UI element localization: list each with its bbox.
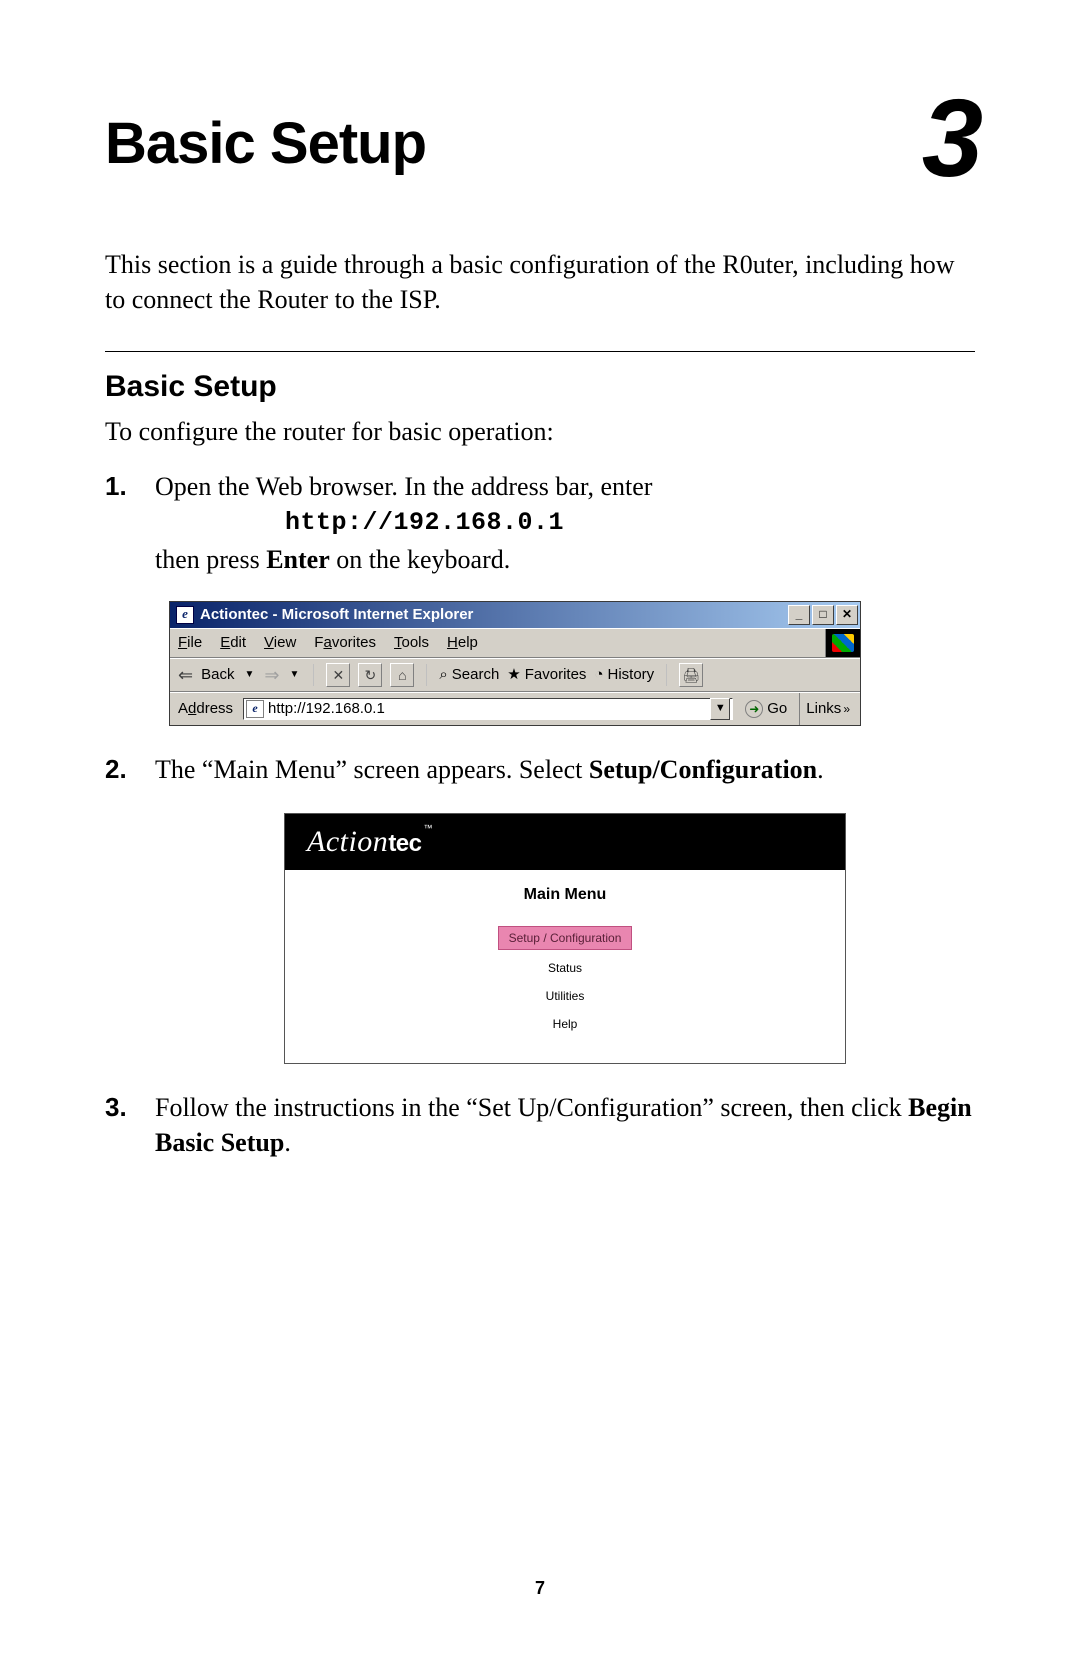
actiontec-window-screenshot: Actiontec™ Main Menu Setup / Configurati…: [284, 813, 846, 1063]
step-2-bold: Setup/Configuration: [589, 755, 817, 784]
step-1-bold-enter: Enter: [266, 545, 330, 574]
address-field[interactable]: http://192.168.0.1 ▼: [243, 698, 733, 720]
step-1-text-b2: on the keyboard.: [330, 545, 511, 574]
back-button[interactable]: Back: [201, 665, 234, 685]
ie-toolbar: ⇐ Back ▼ ⇒ ▼ ✕ ↻ ⌂ ⌕ Search ★: [170, 658, 860, 692]
close-button[interactable]: ✕: [836, 605, 858, 625]
ie-window-screenshot: Actiontec - Microsoft Internet Explorer …: [169, 601, 861, 726]
back-dropdown-icon[interactable]: ▼: [244, 668, 254, 682]
links-button[interactable]: Links »: [799, 693, 856, 725]
windows-flag-icon: [832, 634, 854, 652]
intro-paragraph: This section is a guide through a basic …: [105, 247, 975, 317]
menu-tools[interactable]: Tools: [394, 633, 429, 653]
print-button-icon[interactable]: 🖨: [679, 663, 703, 687]
step-1-text-a: Open the Web browser. In the address bar…: [155, 472, 652, 501]
logo-tec: tec: [388, 830, 421, 857]
maximize-button[interactable]: □: [812, 605, 834, 625]
step-3: Follow the instructions in the “Set Up/C…: [105, 1090, 975, 1160]
history-label: History: [608, 665, 655, 685]
favorites-icon: ★: [507, 665, 520, 685]
go-button[interactable]: ➜ Go: [739, 699, 793, 719]
toolbar-separator: [426, 664, 427, 686]
stop-button-icon[interactable]: ✕: [326, 663, 350, 687]
address-value: http://192.168.0.1: [268, 699, 710, 719]
actiontec-body: Main Menu Setup / Configuration Status U…: [285, 870, 845, 1062]
search-label: Search: [452, 665, 500, 685]
main-menu-title: Main Menu: [285, 884, 845, 906]
go-arrow-icon: ➜: [745, 700, 763, 718]
section-title: Basic Setup: [105, 370, 975, 404]
go-label: Go: [767, 699, 787, 719]
logo-script: Action: [307, 825, 388, 858]
forward-arrow-icon[interactable]: ⇒: [264, 663, 279, 687]
actiontec-logo: Actiontec™: [307, 822, 433, 863]
step-2-text-c: .: [817, 755, 824, 784]
history-button[interactable]: ◔ History: [594, 665, 654, 685]
step-1-text-b1: then press: [155, 545, 266, 574]
forward-dropdown-icon[interactable]: ▼: [289, 668, 299, 682]
section-divider: [105, 351, 975, 352]
steps-list: Open the Web browser. In the address bar…: [105, 469, 975, 1160]
search-button[interactable]: ⌕ Search: [439, 665, 499, 685]
back-arrow-icon[interactable]: ⇐: [178, 663, 193, 687]
step-1-url: http://192.168.0.1: [285, 506, 975, 540]
menu-view[interactable]: View: [264, 633, 296, 653]
section-lead: To configure the router for basic operat…: [105, 414, 975, 449]
menu-edit[interactable]: Edit: [220, 633, 246, 653]
menu-file[interactable]: File: [178, 633, 202, 653]
toolbar-separator: [313, 664, 314, 686]
logo-tm: ™: [424, 823, 433, 833]
actiontec-header: Actiontec™: [285, 814, 845, 870]
search-icon: ⌕: [439, 665, 447, 685]
page-icon: [246, 700, 264, 718]
ie-addressbar: Address http://192.168.0.1 ▼ ➜ Go Links …: [170, 692, 860, 725]
chapter-number: 3: [922, 100, 983, 177]
refresh-button-icon[interactable]: ↻: [358, 663, 382, 687]
history-icon: ◔: [594, 665, 603, 685]
links-label: Links: [806, 699, 841, 719]
address-dropdown-icon[interactable]: ▼: [710, 698, 730, 720]
ie-window-title: Actiontec - Microsoft Internet Explorer: [200, 605, 788, 625]
favorites-button[interactable]: ★ Favorites: [507, 665, 586, 685]
minimize-button[interactable]: _: [788, 605, 810, 625]
ie-menubar: File Edit View Favorites Tools Help: [170, 628, 860, 658]
menu-item-status[interactable]: Status: [285, 954, 845, 982]
menu-help[interactable]: Help: [447, 633, 478, 653]
menu-item-help[interactable]: Help: [285, 1010, 845, 1038]
ie-window-buttons: _ □ ✕: [788, 605, 858, 625]
step-3-text-c: .: [284, 1128, 291, 1157]
links-chevron-icon: »: [843, 701, 850, 717]
step-1: Open the Web browser. In the address bar…: [105, 469, 975, 726]
toolbar-separator: [666, 664, 667, 686]
step-3-text-a: Follow the instructions in the “Set Up/C…: [155, 1093, 908, 1122]
step-2-text-a: The “Main Menu” screen appears. Select: [155, 755, 589, 784]
favorites-label: Favorites: [525, 665, 587, 685]
chapter-header: Basic Setup 3: [105, 110, 975, 177]
menu-item-utilities[interactable]: Utilities: [285, 982, 845, 1010]
menu-item-setup-configuration[interactable]: Setup / Configuration: [498, 926, 633, 950]
menu-favorites[interactable]: Favorites: [314, 633, 376, 653]
chapter-title: Basic Setup: [105, 110, 426, 177]
ie-titlebar: Actiontec - Microsoft Internet Explorer …: [170, 602, 860, 628]
address-label: Address: [174, 699, 237, 719]
ie-throbber: [825, 629, 860, 657]
ie-app-icon: [176, 606, 194, 624]
step-2: The “Main Menu” screen appears. Select S…: [105, 752, 975, 1063]
page-number: 7: [0, 1578, 1080, 1599]
home-button-icon[interactable]: ⌂: [390, 663, 414, 687]
document-page: Basic Setup 3 This section is a guide th…: [0, 0, 1080, 1669]
